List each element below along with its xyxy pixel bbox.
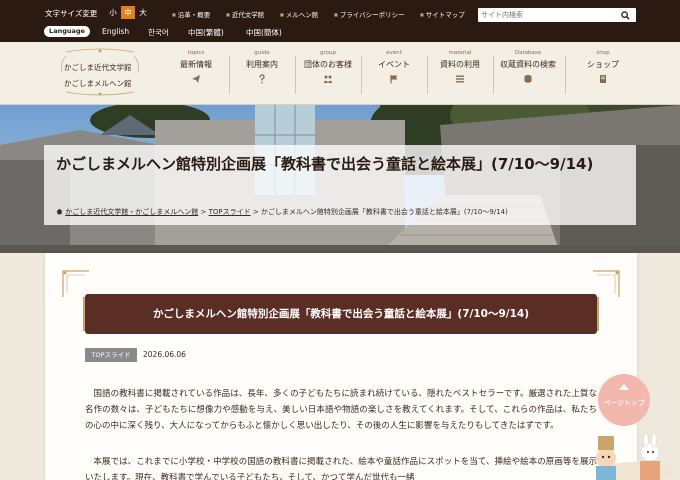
paper-plane-icon [192, 75, 200, 83]
nav-item-jp-label: ショップ [587, 60, 619, 69]
article-paragraph-1: 国語の教科書に掲載されている作品は、長年、多くの子どもたちに読まれ続けている、隠… [85, 389, 597, 431]
nav-item-en-label: group [320, 50, 336, 56]
breadcrumb-home-link[interactable]: かごしま近代文学館・かごしまメルヘン館 [65, 208, 198, 216]
question-icon [259, 74, 265, 84]
language-label: Language [44, 26, 90, 37]
nav-divider [229, 56, 230, 94]
book-icon [600, 75, 606, 83]
nav-divider [427, 56, 428, 94]
home-icon [56, 208, 63, 215]
top-link-marchen-museum[interactable]: メルヘン館 [280, 9, 319, 19]
nav-item-group[interactable]: group 団体のお客様 [297, 50, 359, 100]
main-navigation: かごしま近代文学館 かごしまメルヘン館 topics 最新情報 guide 利用… [0, 42, 680, 105]
search-icon [620, 10, 630, 20]
top-link-history[interactable]: 沿革・概要 [172, 9, 211, 19]
flag-icon [390, 75, 398, 84]
font-size-large-button[interactable]: 大 [136, 6, 150, 19]
nav-item-en-label: Database [514, 50, 542, 56]
nav-divider [565, 56, 566, 94]
nav-item-en-label: shop [596, 50, 610, 56]
article-heading: かごしまメルヘン館特別企画展「教科書で出会う童話と絵本展」(7/10〜9/14) [85, 294, 597, 334]
nav-item-en-label: material [448, 50, 472, 56]
nav-item-event[interactable]: event イベント [363, 50, 425, 100]
nav-item-shop[interactable]: shop ショップ [572, 50, 634, 100]
lang-traditional-chinese-link[interactable]: 中国(繁體) [188, 27, 224, 38]
font-size-small-button[interactable]: 小 [106, 6, 120, 19]
article-paragraph-2: 本展では、これまでに小学校・中学校の国語の教科書に掲載された、絵本や童話作品にス… [85, 457, 597, 480]
nav-divider [295, 56, 296, 94]
page-top-label: ページトップ [603, 399, 645, 407]
post-date: 2026.06.06 [143, 350, 186, 359]
nav-item-jp-label: 収蔵資料の検索 [500, 60, 556, 69]
nav-item-topics[interactable]: topics 最新情報 [165, 50, 227, 100]
site-logo[interactable]: かごしま近代文学館 かごしまメルヘン館 [60, 48, 140, 96]
nav-item-en-label: topics [187, 50, 205, 56]
nav-item-database[interactable]: Database 収蔵資料の検索 [497, 50, 559, 100]
font-size-medium-button[interactable]: 中 [121, 6, 135, 19]
nav-item-jp-label: 団体のお客様 [304, 60, 352, 69]
top-link-privacy-policy[interactable]: プライバシーポリシー [334, 9, 405, 19]
nav-item-jp-label: 利用案内 [246, 60, 278, 69]
page-title: かごしまメルヘン館特別企画展「教科書で出会う童話と絵本展」(7/10〜9/14) [56, 155, 594, 173]
list-icon [456, 75, 464, 83]
lang-simplified-chinese-link[interactable]: 中国(簡体) [246, 27, 282, 38]
logo-line-marchen: かごしまメルヘン館 [64, 79, 132, 88]
nav-item-en-label: event [386, 50, 402, 56]
site-search [478, 8, 636, 22]
search-button[interactable] [614, 8, 636, 22]
lang-korean-link[interactable]: 한국어 [148, 27, 169, 38]
mascot-illustration [596, 432, 676, 480]
breadcrumb-separator: > [200, 208, 207, 216]
hero-title-panel: かごしまメルヘン館特別企画展「教科書で出会う童話と絵本展」(7/10〜9/14)… [44, 145, 636, 225]
top-link-literature-museum[interactable]: 近代文学館 [226, 9, 265, 19]
database-icon [524, 75, 532, 83]
article-card: かごしまメルヘン館特別企画展「教科書で出会う童話と絵本展」(7/10〜9/14)… [45, 253, 637, 480]
nav-item-jp-label: 資料の利用 [440, 60, 480, 69]
lang-english-link[interactable]: English [102, 27, 129, 36]
top-link-sitemap[interactable]: サイトマップ [420, 9, 465, 19]
logo-line-literature: かごしま近代文学館 [64, 63, 132, 72]
breadcrumb-section-link[interactable]: TOPスライド [209, 208, 251, 216]
font-size-label: 文字サイズ変更 [45, 9, 98, 18]
group-icon [323, 75, 333, 83]
nav-divider [493, 56, 494, 94]
nav-item-material[interactable]: material 資料の利用 [429, 50, 491, 100]
nav-item-jp-label: 最新情報 [180, 60, 212, 69]
nav-item-guide[interactable]: guide 利用案内 [231, 50, 293, 100]
breadcrumb-separator: > [252, 208, 259, 216]
arrow-up-icon [619, 384, 629, 390]
hero-banner: かごしまメルヘン館特別企画展「教科書で出会う童話と絵本展」(7/10〜9/14)… [0, 105, 680, 253]
search-input[interactable] [481, 9, 611, 21]
nav-item-en-label: guide [254, 50, 270, 56]
nav-item-jp-label: イベント [378, 60, 410, 69]
breadcrumb: かごしま近代文学館・かごしまメルヘン館 > TOPスライド > かごしまメルヘン… [56, 207, 508, 217]
breadcrumb-current: かごしまメルヘン館特別企画展「教科書で出会う童話と絵本展」(7/10〜9/14) [260, 208, 508, 216]
top-utility-bar: 文字サイズ変更 小 中 大 沿革・概要 近代文学館 メルヘン館 プライバシーポリ… [0, 0, 680, 42]
category-tag[interactable]: TOPスライド [85, 348, 137, 362]
page-top-button[interactable]: ページトップ [598, 374, 650, 426]
nav-divider [361, 56, 362, 94]
